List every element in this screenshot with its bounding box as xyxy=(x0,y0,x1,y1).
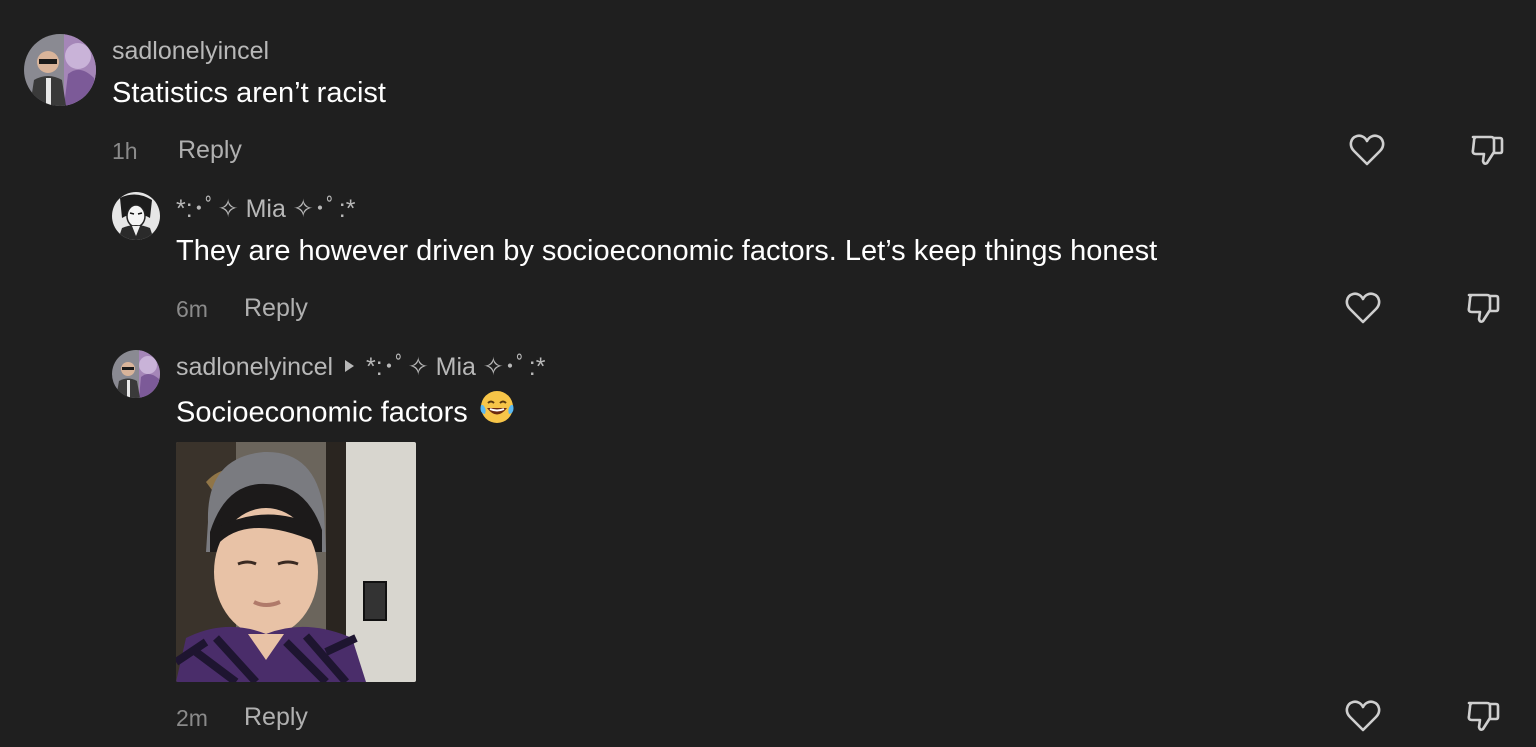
comment-username[interactable]: sadlonelyincel xyxy=(176,353,333,381)
comment-timestamp: 1h xyxy=(112,138,138,164)
thumbs-down-icon xyxy=(1471,135,1504,165)
comment-username[interactable]: *:･ﾟ✧ Mia ✧･ﾟ:* xyxy=(176,194,355,224)
like-button[interactable] xyxy=(1343,696,1383,736)
reply-arrow-icon xyxy=(345,360,355,373)
like-button[interactable] xyxy=(1347,130,1387,170)
comment-timestamp: 6m xyxy=(176,296,208,322)
laughing-emoji-icon xyxy=(478,389,516,433)
comment-username[interactable]: sadlonelyincel xyxy=(112,36,269,66)
like-button[interactable] xyxy=(1343,288,1383,328)
heart-icon xyxy=(1345,700,1381,732)
thumbs-down-icon xyxy=(1467,293,1500,323)
reply-button[interactable]: Reply xyxy=(178,135,242,165)
dislike-button[interactable] xyxy=(1467,130,1507,170)
reply-button[interactable]: Reply xyxy=(244,293,308,323)
comment-text-row: Socioeconomic factors xyxy=(176,389,516,436)
reply-button[interactable]: Reply xyxy=(244,702,308,732)
comment-text: Socioeconomic factors xyxy=(176,396,468,429)
comment-photo-attachment[interactable] xyxy=(176,442,416,682)
comment-text: They are however driven by socioeconomic… xyxy=(176,235,1158,267)
thumbs-down-icon xyxy=(1467,701,1500,731)
avatar[interactable] xyxy=(112,350,160,398)
avatar[interactable] xyxy=(112,192,160,240)
heart-icon xyxy=(1349,134,1385,166)
dislike-button[interactable] xyxy=(1463,696,1503,736)
comment-text: Statistics aren’t racist xyxy=(112,77,386,109)
heart-icon xyxy=(1345,292,1381,324)
reply-to-username[interactable]: *:･ﾟ✧ Mia ✧･ﾟ:* xyxy=(366,353,545,381)
avatar[interactable] xyxy=(24,34,96,106)
comment-timestamp: 2m xyxy=(176,705,208,731)
reply-header: sadlonelyincel *:･ﾟ✧ Mia ✧･ﾟ:* xyxy=(176,352,545,382)
comments-panel: sadlonelyincel Statistics aren’t racist … xyxy=(0,0,1536,747)
dislike-button[interactable] xyxy=(1463,288,1503,328)
